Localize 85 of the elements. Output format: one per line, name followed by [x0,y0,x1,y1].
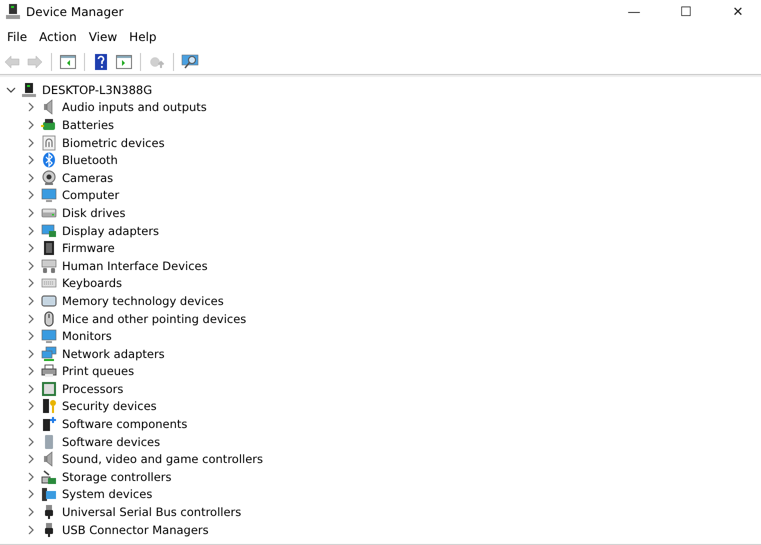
chip-icon [41,240,57,256]
expand-chevron-icon[interactable] [26,208,36,218]
expand-chevron-icon[interactable] [26,401,36,412]
expand-chevron-icon[interactable] [26,348,36,359]
tree-item-label[interactable]: Network adapters [62,346,165,361]
network-icon [41,346,57,362]
tree-item-label[interactable]: Display adapters [62,224,160,238]
help-icon [95,54,107,70]
tree-item-label[interactable]: Human Interface Devices [62,258,208,273]
display-card-icon [41,222,57,239]
maximize-button[interactable]: ☐ [663,0,709,24]
battery-icon [41,116,57,133]
tree-item-label[interactable]: Batteries [62,118,114,132]
collapse-chevron-icon[interactable] [6,84,16,95]
expand-chevron-icon[interactable] [26,454,36,464]
expand-chevron-icon[interactable] [26,436,36,447]
tree-item-label[interactable]: Firmware [62,241,115,256]
tree-item-label[interactable]: Keyboards [62,276,122,290]
tree-item-label[interactable]: Audio inputs and outputs [62,100,207,114]
expand-chevron-icon[interactable] [26,172,36,183]
monitor-search-icon [181,54,199,70]
device-manager-icon [6,4,20,20]
expand-chevron-icon[interactable] [26,472,36,482]
tree-item-label[interactable]: Disk drives [62,206,126,220]
expand-chevron-icon[interactable] [26,138,36,148]
menu-item[interactable]: View [82,27,124,47]
expand-chevron-icon[interactable] [26,243,36,254]
expand-chevron-icon[interactable] [26,120,36,130]
expand-chevron-icon[interactable] [26,296,36,306]
tower-plus-icon [41,416,57,432]
system-icon [41,486,57,502]
tree-item-label[interactable]: Cameras [62,170,114,185]
tree-item-label[interactable]: Mice and other pointing devices [62,312,246,326]
expand-chevron-icon[interactable] [26,102,36,112]
console-tree-icon [60,55,76,69]
expand-chevron-icon[interactable] [26,384,36,394]
window-title: Device Manager [26,5,124,19]
expand-chevron-icon[interactable] [26,190,36,200]
action-pane-icon [116,55,132,69]
key-tower-icon [41,398,57,414]
forward-arrow-icon [27,55,43,69]
tree-item-label[interactable]: Memory technology devices [62,294,224,308]
expand-chevron-icon[interactable] [26,278,36,288]
console-button[interactable] [58,52,78,72]
menu-item[interactable]: Action [33,27,83,47]
menu-item[interactable]: Help [123,27,163,47]
tree-item-label[interactable]: Software components [62,417,188,432]
back-arrow-icon [4,55,20,69]
monitor-icon [41,328,57,344]
tree-item-label[interactable]: Universal Serial Bus controllers [62,505,242,520]
tree-item-label[interactable]: USB Connector Managers [62,522,209,537]
expand-chevron-icon[interactable] [26,155,36,166]
tree-item-label[interactable]: Processors [62,382,124,396]
tree-item-label[interactable]: Security devices [62,399,157,414]
processor-icon [41,380,57,397]
expand-chevron-icon[interactable] [26,419,36,430]
tree-item-label[interactable]: System devices [62,487,152,502]
expand-chevron-icon[interactable] [26,314,36,324]
expand-chevron-icon[interactable] [26,524,36,535]
tree-item-label[interactable]: Print queues [62,364,134,378]
close-button[interactable]: ✕ [715,0,761,24]
expand-chevron-icon[interactable] [26,331,36,342]
tree-item-label[interactable]: Biometric devices [62,136,165,150]
expand-chevron-icon[interactable] [26,260,36,271]
webcam-icon [41,170,57,186]
printer-icon [41,363,57,380]
expand-chevron-icon[interactable] [26,507,36,518]
bluetooth-icon [41,152,57,168]
tree-item-label[interactable]: DESKTOP-L3N388G [42,82,152,97]
tree-item-label[interactable]: Sound, video and game controllers [62,452,264,466]
computer-icon [21,82,37,98]
storage-controller-icon [41,468,57,485]
tree-item-label[interactable]: Software devices [62,434,160,449]
expand-chevron-icon[interactable] [26,489,36,500]
tree-item-label[interactable]: Computer [62,188,120,202]
expand-chevron-icon[interactable] [26,226,36,236]
menu-item[interactable]: File [1,27,34,47]
pane-button[interactable] [114,52,134,72]
expand-chevron-icon[interactable] [26,366,36,376]
minimize-button[interactable]: — [611,0,657,24]
monitor-icon [41,187,57,204]
memory-card-icon [41,292,57,309]
tree-item-label[interactable]: Storage controllers [62,470,172,484]
tree-item-label[interactable]: Monitors [62,329,112,344]
tree-item-label[interactable]: Bluetooth [62,153,118,168]
